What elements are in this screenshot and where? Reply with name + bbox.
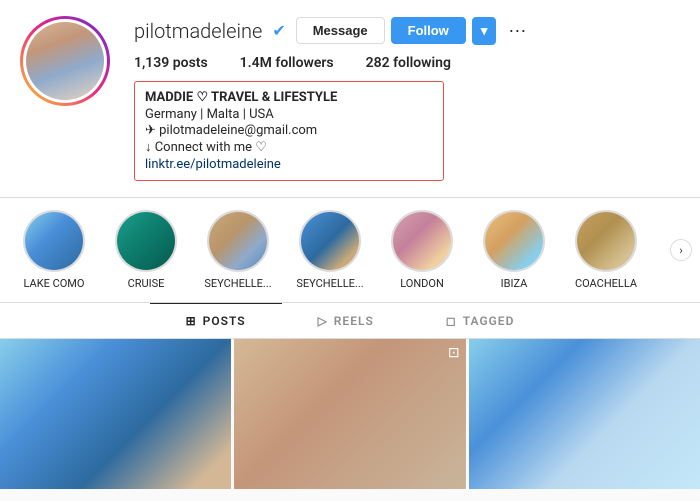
- avatar-ring: [20, 16, 110, 106]
- profile-header: pilotmadeleine ✔ Message Follow ▾ ··· 1,…: [0, 0, 700, 198]
- posts-tab-icon: ⊞: [186, 314, 197, 328]
- tab-tagged[interactable]: ◻ TAGGED: [410, 303, 551, 338]
- message-button[interactable]: Message: [296, 17, 385, 44]
- story-label: SEYCHELLE...: [296, 277, 363, 290]
- post-item[interactable]: ⊡: [234, 339, 465, 489]
- story-circle: [23, 210, 85, 272]
- story-item-ibiza[interactable]: IBIZA: [470, 210, 558, 290]
- posts-count: 1,139: [134, 55, 169, 71]
- story-thumbnail: [301, 212, 359, 270]
- bio-box: MADDIE ♡ TRAVEL & LIFESTYLE Germany | Ma…: [134, 81, 444, 181]
- following-count: 282: [366, 55, 390, 71]
- story-thumbnail: [485, 212, 543, 270]
- story-thumbnail: [577, 212, 635, 270]
- story-label: IBIZA: [501, 277, 528, 290]
- more-options-button[interactable]: ···: [502, 16, 532, 45]
- story-item-seychelle1[interactable]: SEYCHELLE...: [194, 210, 282, 290]
- bio-location: Germany | Malta | USA: [145, 107, 433, 122]
- tagged-tab-label: TAGGED: [463, 314, 515, 328]
- story-circle: [299, 210, 361, 272]
- story-item-lake-como[interactable]: LAKE COMO: [10, 210, 98, 290]
- post-item[interactable]: [469, 339, 700, 489]
- username-row: pilotmadeleine ✔ Message Follow ▾ ···: [134, 16, 680, 45]
- story-label: LONDON: [400, 277, 444, 290]
- story-label: LAKE COMO: [24, 277, 85, 290]
- story-label: SEYCHELLE...: [204, 277, 271, 290]
- story-thumbnail: [209, 212, 267, 270]
- profile-info: pilotmadeleine ✔ Message Follow ▾ ··· 1,…: [134, 16, 680, 181]
- story-thumbnail: [117, 212, 175, 270]
- bio-email: ✈ pilotmadeleine@gmail.com: [145, 123, 433, 138]
- stats-row: 1,139 posts 1.4M followers 282 following: [134, 55, 680, 71]
- tabs-row: ⊞ POSTS ▷ REELS ◻ TAGGED: [0, 303, 700, 339]
- stories-next-button[interactable]: ›: [670, 239, 692, 261]
- posts-tab-label: POSTS: [203, 314, 246, 328]
- follow-button[interactable]: Follow: [391, 17, 466, 44]
- story-item-london[interactable]: LONDON: [378, 210, 466, 290]
- followers-label: followers: [275, 55, 333, 71]
- follow-dropdown-button[interactable]: ▾: [472, 17, 497, 45]
- profile-top-section: pilotmadeleine ✔ Message Follow ▾ ··· 1,…: [20, 16, 680, 197]
- followers-count: 1.4M: [240, 55, 272, 71]
- bio-connect: ↓ Connect with me ♡: [145, 139, 433, 155]
- story-label: COACHELLA: [575, 277, 637, 290]
- verified-icon: ✔: [272, 21, 285, 40]
- tab-reels[interactable]: ▷ REELS: [282, 303, 410, 338]
- story-thumbnail: [393, 212, 451, 270]
- username: pilotmadeleine: [134, 19, 262, 43]
- reels-tab-label: REELS: [334, 314, 374, 328]
- story-item-seychelle2[interactable]: SEYCHELLE...: [286, 210, 374, 290]
- story-circle: [483, 210, 545, 272]
- action-buttons: Message Follow ▾ ···: [296, 16, 533, 45]
- page-wrapper: pilotmadeleine ✔ Message Follow ▾ ··· 1,…: [0, 0, 700, 489]
- avatar: [23, 19, 107, 103]
- stories-section: LAKE COMO CRUISE SEYCHELLE... SEYCHELLE.…: [0, 198, 700, 303]
- story-circle: [391, 210, 453, 272]
- story-thumbnail: [25, 212, 83, 270]
- story-item-coachella[interactable]: COACHELLA: [562, 210, 650, 290]
- tab-posts[interactable]: ⊞ POSTS: [150, 303, 282, 338]
- posts-stat: 1,139 posts: [134, 55, 208, 71]
- story-circle: [207, 210, 269, 272]
- post-item[interactable]: [0, 339, 231, 489]
- bio-name: MADDIE ♡ TRAVEL & LIFESTYLE: [145, 90, 433, 105]
- followers-stat: 1.4M followers: [240, 55, 334, 71]
- reels-tab-icon: ▷: [318, 314, 328, 328]
- story-label: CRUISE: [128, 277, 165, 290]
- avatar-image: [26, 22, 104, 100]
- story-item-cruise[interactable]: CRUISE: [102, 210, 190, 290]
- posts-grid: ⊡: [0, 339, 700, 489]
- tagged-tab-icon: ◻: [446, 314, 457, 328]
- post-video-icon: ⊡: [448, 345, 460, 361]
- posts-label: posts: [173, 55, 208, 71]
- story-circle: [575, 210, 637, 272]
- bio-link[interactable]: linktr.ee/pilotmadeleine: [145, 157, 281, 172]
- following-label: following: [393, 55, 451, 71]
- following-stat: 282 following: [366, 55, 451, 71]
- story-circle: [115, 210, 177, 272]
